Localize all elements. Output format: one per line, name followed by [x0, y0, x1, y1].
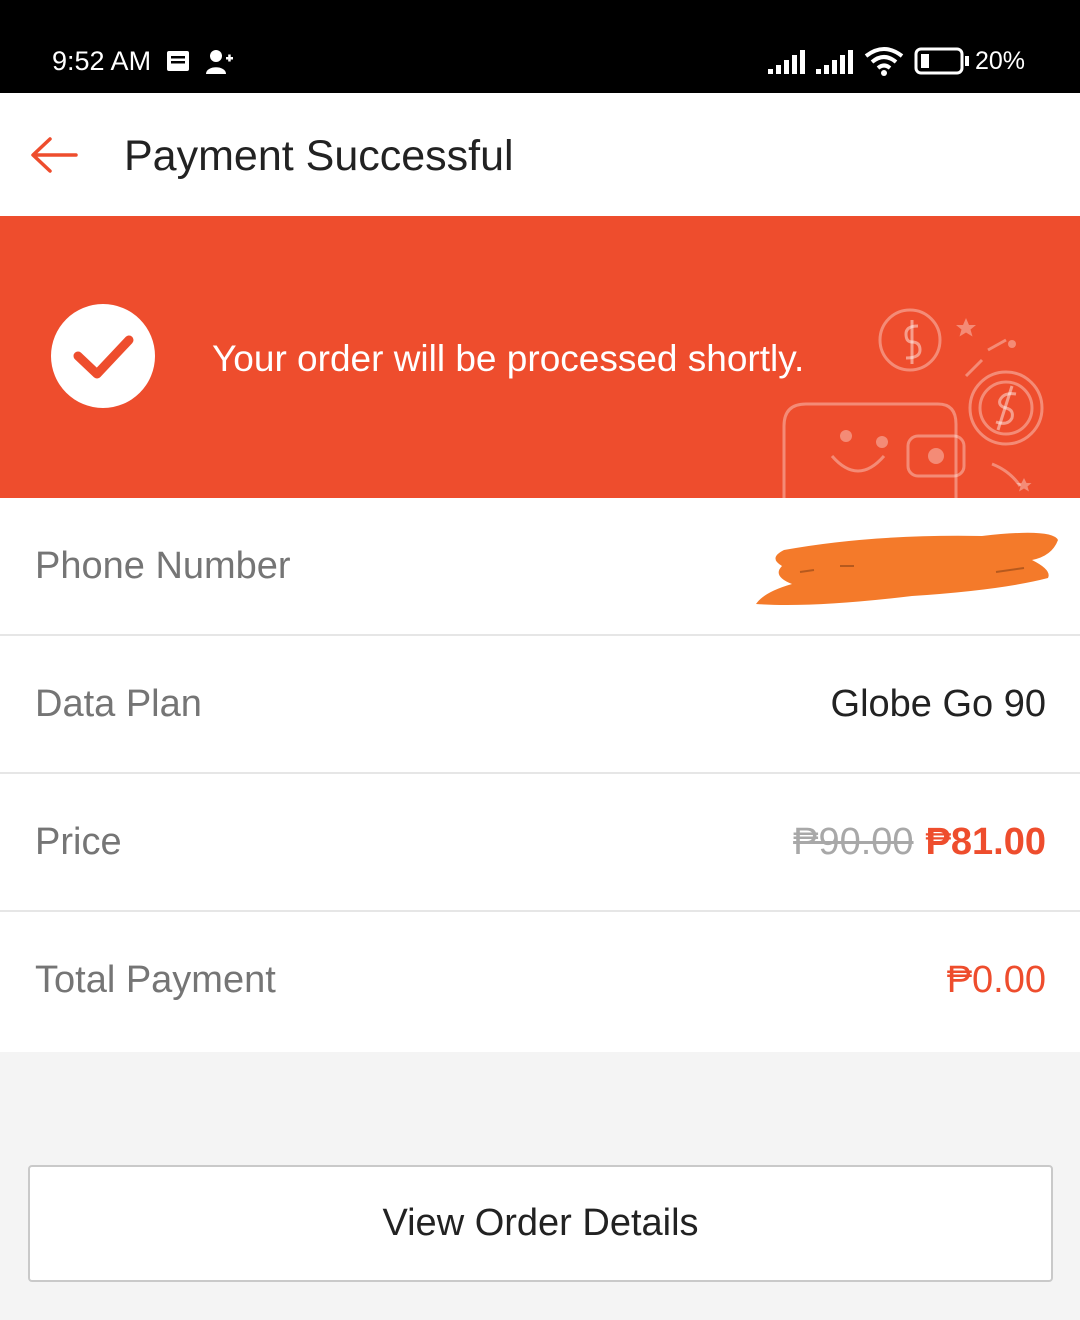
- battery-icon: [914, 47, 969, 75]
- redacted-phone-number: [756, 532, 1058, 605]
- banner-message: Your order will be processed shortly.: [212, 338, 805, 379]
- wallet-coins-illustration: [782, 308, 1044, 498]
- price-label: Price: [35, 821, 122, 863]
- success-banner: Your order will be processed shortly.: [0, 216, 1080, 498]
- checkmark-icon: [73, 335, 134, 379]
- phone-number-row: Phone Number: [0, 498, 1080, 636]
- page-title: Payment Successful: [124, 132, 514, 180]
- battery-percent: 20%: [975, 47, 1026, 75]
- success-badge: [51, 304, 155, 408]
- data-plan-row: Data Plan Globe Go 90: [0, 636, 1080, 774]
- price-row: Price ₱90.00 ₱81.00: [0, 774, 1080, 912]
- message-icon: [167, 51, 189, 71]
- signal-icon: [816, 50, 853, 74]
- arrow-left-icon: [31, 137, 78, 173]
- original-price: ₱90.00: [793, 821, 914, 863]
- order-summary: Phone Number Data Plan Globe Go 90 Price…: [0, 498, 1080, 1052]
- status-time: 9:52 AM: [52, 46, 152, 76]
- view-order-details-button[interactable]: View Order Details: [28, 1165, 1053, 1282]
- status-bar: 9:52 AM 20%: [0, 0, 1080, 93]
- total-payment-value: ₱0.00: [946, 959, 1046, 1001]
- signal-icon: [768, 50, 805, 74]
- add-user-icon: [206, 50, 233, 74]
- wifi-icon: [864, 47, 904, 76]
- price-value: ₱90.00 ₱81.00: [793, 820, 1046, 864]
- app-header: Payment Successful: [0, 93, 1080, 216]
- total-payment-row: Total Payment ₱0.00: [0, 912, 1080, 1052]
- data-plan-label: Data Plan: [35, 683, 202, 725]
- total-payment-label: Total Payment: [35, 959, 276, 1001]
- back-button[interactable]: [22, 123, 86, 187]
- phone-number-label: Phone Number: [35, 545, 291, 587]
- discounted-price: ₱81.00: [925, 821, 1046, 863]
- data-plan-value: Globe Go 90: [830, 683, 1046, 725]
